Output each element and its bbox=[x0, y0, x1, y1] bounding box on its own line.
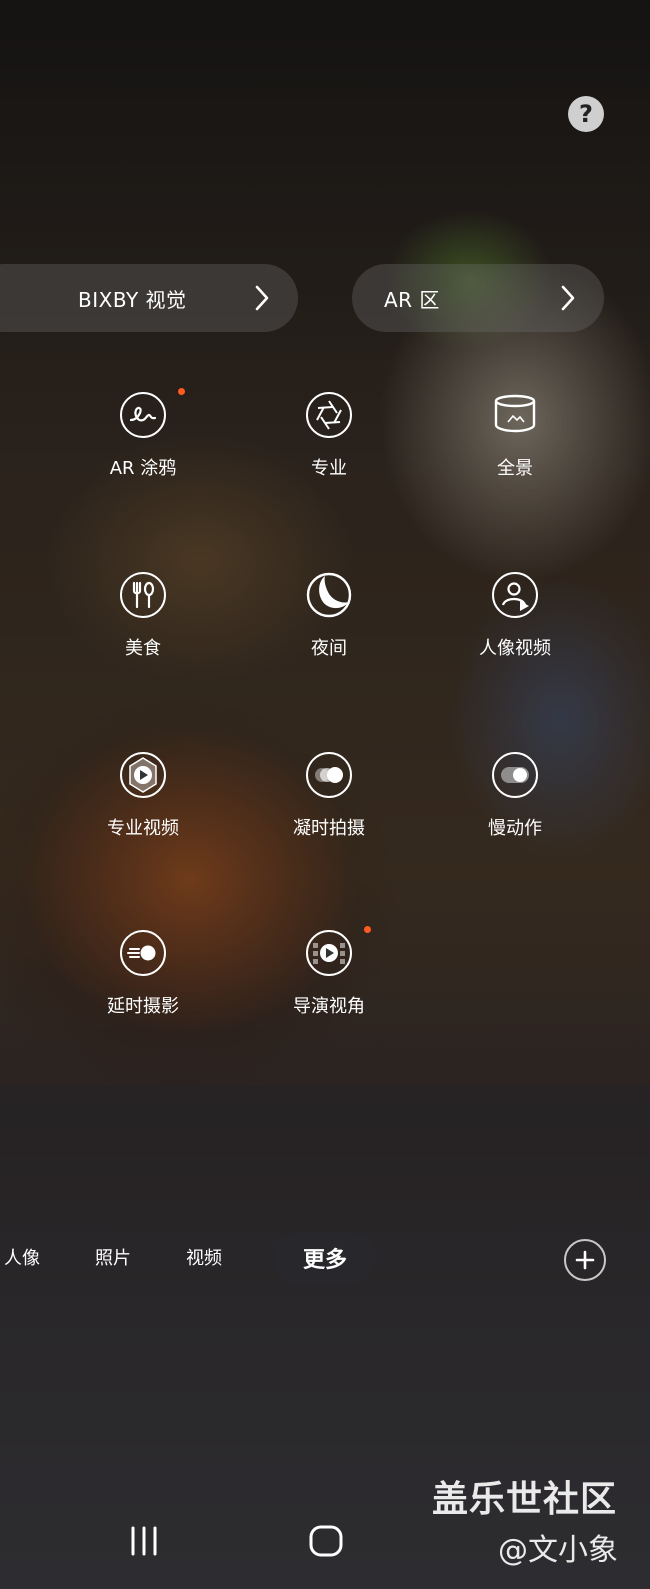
new-indicator-dot bbox=[178, 388, 185, 395]
add-mode-button[interactable] bbox=[564, 1239, 606, 1281]
mode-label: 全景 bbox=[497, 458, 533, 479]
mode-label: 美食 bbox=[125, 638, 161, 659]
mode-label: 导演视角 bbox=[293, 996, 365, 1017]
slow-motion-icon bbox=[492, 752, 538, 798]
recent-apps-icon bbox=[131, 1526, 157, 1556]
mode-tab-portrait[interactable]: 人像 bbox=[4, 1244, 40, 1270]
recent-apps-button[interactable] bbox=[128, 1526, 160, 1560]
watermark-author: @文小象 bbox=[498, 1533, 618, 1568]
chevron-right-icon bbox=[255, 285, 269, 311]
home-button[interactable] bbox=[308, 1524, 344, 1562]
help-button[interactable]: ? bbox=[568, 96, 604, 132]
bixby-vision-label: BIXBY 视觉 bbox=[78, 287, 187, 312]
bixby-vision-button[interactable]: BIXBY 视觉 bbox=[0, 264, 298, 332]
mode-label: 专业 bbox=[311, 458, 347, 479]
toggle-motion-icon bbox=[306, 752, 352, 798]
mode-pro[interactable]: 专业 bbox=[236, 392, 422, 502]
watermark-community: 盖乐世社区 bbox=[432, 1479, 618, 1520]
mode-label: 夜间 bbox=[311, 638, 347, 659]
home-icon bbox=[309, 1525, 343, 1557]
mode-ar-doodle[interactable]: AR 涂鸦 bbox=[50, 388, 236, 502]
aperture-icon bbox=[306, 392, 352, 438]
pro-video-icon bbox=[120, 752, 166, 798]
mode-tab-photo[interactable]: 照片 bbox=[95, 1244, 131, 1270]
panorama-icon bbox=[492, 392, 538, 438]
plus-icon bbox=[575, 1250, 595, 1270]
mode-pro-video[interactable]: 专业视频 bbox=[50, 752, 236, 862]
portrait-video-icon bbox=[492, 572, 538, 618]
fork-spoon-icon bbox=[120, 572, 166, 618]
mode-label: 延时摄影 bbox=[107, 996, 179, 1017]
mode-night[interactable]: 夜间 bbox=[236, 572, 422, 682]
mode-portrait-video[interactable]: 人像视频 bbox=[422, 572, 608, 682]
mode-label: 人像视频 bbox=[479, 638, 551, 659]
mode-tab-video[interactable]: 视频 bbox=[186, 1244, 222, 1270]
chevron-right-icon bbox=[561, 285, 575, 311]
hyperlapse-icon bbox=[120, 930, 166, 976]
ar-zone-button[interactable]: AR 区 bbox=[352, 264, 604, 332]
camera-mode-bar: 人像 照片 视频 更多 bbox=[0, 1232, 650, 1284]
mode-label: 慢动作 bbox=[488, 818, 542, 839]
doodle-icon bbox=[120, 392, 166, 438]
moon-icon bbox=[306, 572, 352, 618]
mode-tab-more[interactable]: 更多 bbox=[274, 1232, 376, 1284]
mode-panorama[interactable]: 全景 bbox=[422, 392, 608, 502]
film-play-icon bbox=[306, 930, 352, 976]
mode-slow-motion[interactable]: 慢动作 bbox=[422, 752, 608, 862]
mode-label: 凝时拍摄 bbox=[293, 818, 365, 839]
ar-zone-label: AR 区 bbox=[384, 287, 440, 312]
mode-hyperlapse-capture[interactable]: 凝时拍摄 bbox=[236, 752, 422, 862]
mode-food[interactable]: 美食 bbox=[50, 572, 236, 682]
mode-directors-view[interactable]: 导演视角 bbox=[236, 926, 422, 1040]
mode-hyperlapse[interactable]: 延时摄影 bbox=[50, 930, 236, 1040]
mode-label: AR 涂鸦 bbox=[109, 458, 177, 479]
new-indicator-dot bbox=[364, 926, 371, 933]
mode-label: 专业视频 bbox=[107, 818, 179, 839]
